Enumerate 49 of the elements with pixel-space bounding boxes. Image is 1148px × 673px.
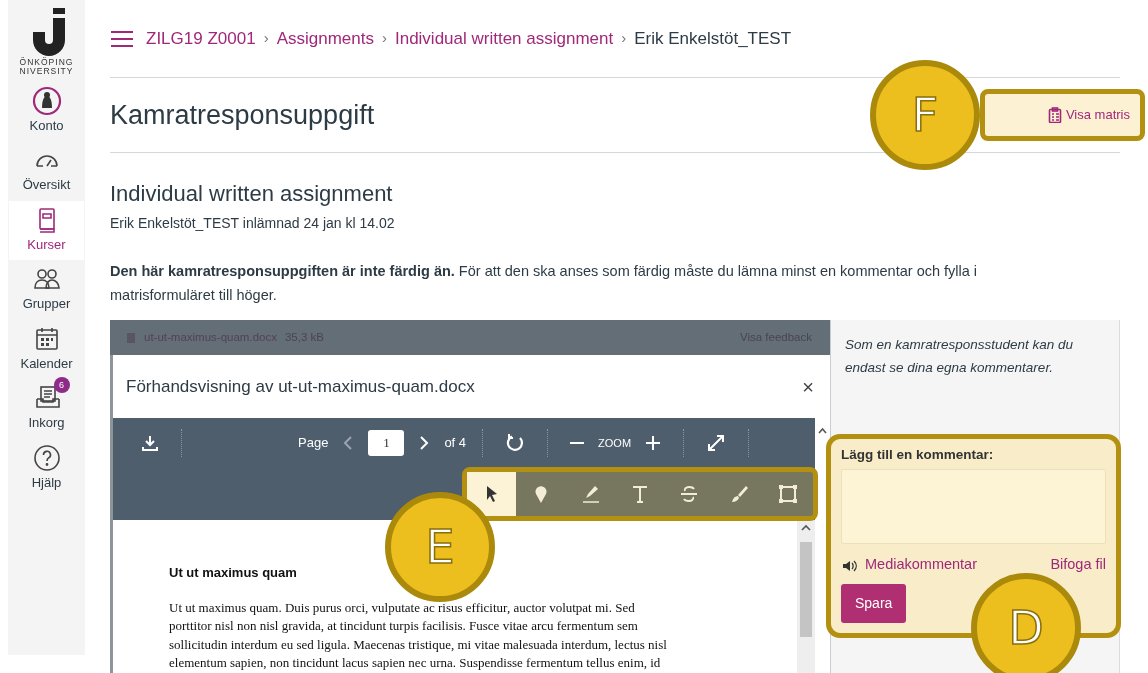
breadcrumb-separator: › (263, 28, 269, 49)
document-heading: Ut ut maximus quam (169, 564, 298, 583)
zoom-label: ZOOM (598, 436, 632, 451)
breadcrumb-separator: › (381, 28, 387, 49)
help-icon (31, 442, 62, 473)
plus-icon (645, 435, 662, 452)
sidebar-item[interactable]: Konto (9, 81, 84, 142)
attach-file-link[interactable]: Bifoga fil (1050, 554, 1106, 576)
breadcrumb-link[interactable]: Individual written assignment (394, 25, 614, 52)
page-number-field[interactable]: 1 (368, 430, 405, 457)
unread-badge: 6 (53, 377, 70, 394)
clipboard-icon (1047, 107, 1062, 123)
speaker-icon (841, 558, 857, 573)
rubric-button[interactable]: Visa matris (980, 89, 1145, 141)
callout-badge: F (870, 60, 980, 170)
comment-note: Som en kamratresponsstudent kan du endast se dina egna kommentarer. (844, 336, 1075, 377)
save-button[interactable]: Spara (841, 583, 907, 623)
page-title: Kamratresponsuppgift (110, 98, 375, 132)
annotation-tool-button[interactable] (467, 472, 517, 517)
rectangle-icon (777, 483, 800, 506)
breadcrumb-link[interactable]: ZILG19 Z0001 (146, 25, 256, 52)
modal-title: Förhandsvisning av ut-ut-maximus-quam.docx (126, 376, 475, 398)
minus-icon (570, 442, 585, 445)
page-label: Page (298, 434, 329, 453)
assignment-title: Individual written assignment (110, 181, 394, 208)
breadcrumb-link[interactable]: Assignments (276, 25, 374, 52)
document-icon (126, 331, 136, 344)
sidebar-item[interactable]: Kurser (9, 200, 84, 261)
breadcrumb-separator: › (621, 28, 627, 49)
avatar-icon (31, 85, 62, 116)
menu-icon[interactable] (110, 29, 134, 48)
logo-text: NIVERSITY (19, 66, 74, 76)
logo-text: ÖNKÖPING (19, 58, 74, 67)
download-icon (141, 434, 159, 453)
sidebar-item[interactable]: Kalender (9, 319, 84, 380)
breadcrumb-current: Erik Enkelstöt_TEST (634, 27, 792, 50)
media-comment-link[interactable]: Mediakommentar (865, 554, 977, 576)
page-count: of 4 (444, 434, 467, 453)
sidebar-item[interactable]: 6 Inkorg (9, 379, 84, 439)
comment-field[interactable] (841, 469, 1106, 544)
close-button[interactable]: × (798, 371, 818, 402)
submission-info: Erik Enkelstöt_TEST inlämnad 24 jan kl 14.02 (110, 214, 396, 234)
comment-label: Lägg till en kommentar: (841, 445, 995, 464)
sidebar-item[interactable]: Grupper (9, 260, 84, 320)
notice-text: Den här kamratresponsuppgiften är inte färdig än. För att den ska anses som färdig måste du lämna minst en kommentar och fylla i matrisformuläret till höger. (110, 262, 979, 306)
sidebar-item[interactable]: Översikt (9, 141, 84, 201)
rotate-icon (505, 433, 526, 454)
expand-icon (706, 433, 727, 454)
sidebar-item[interactable]: Hjälp (9, 438, 84, 499)
